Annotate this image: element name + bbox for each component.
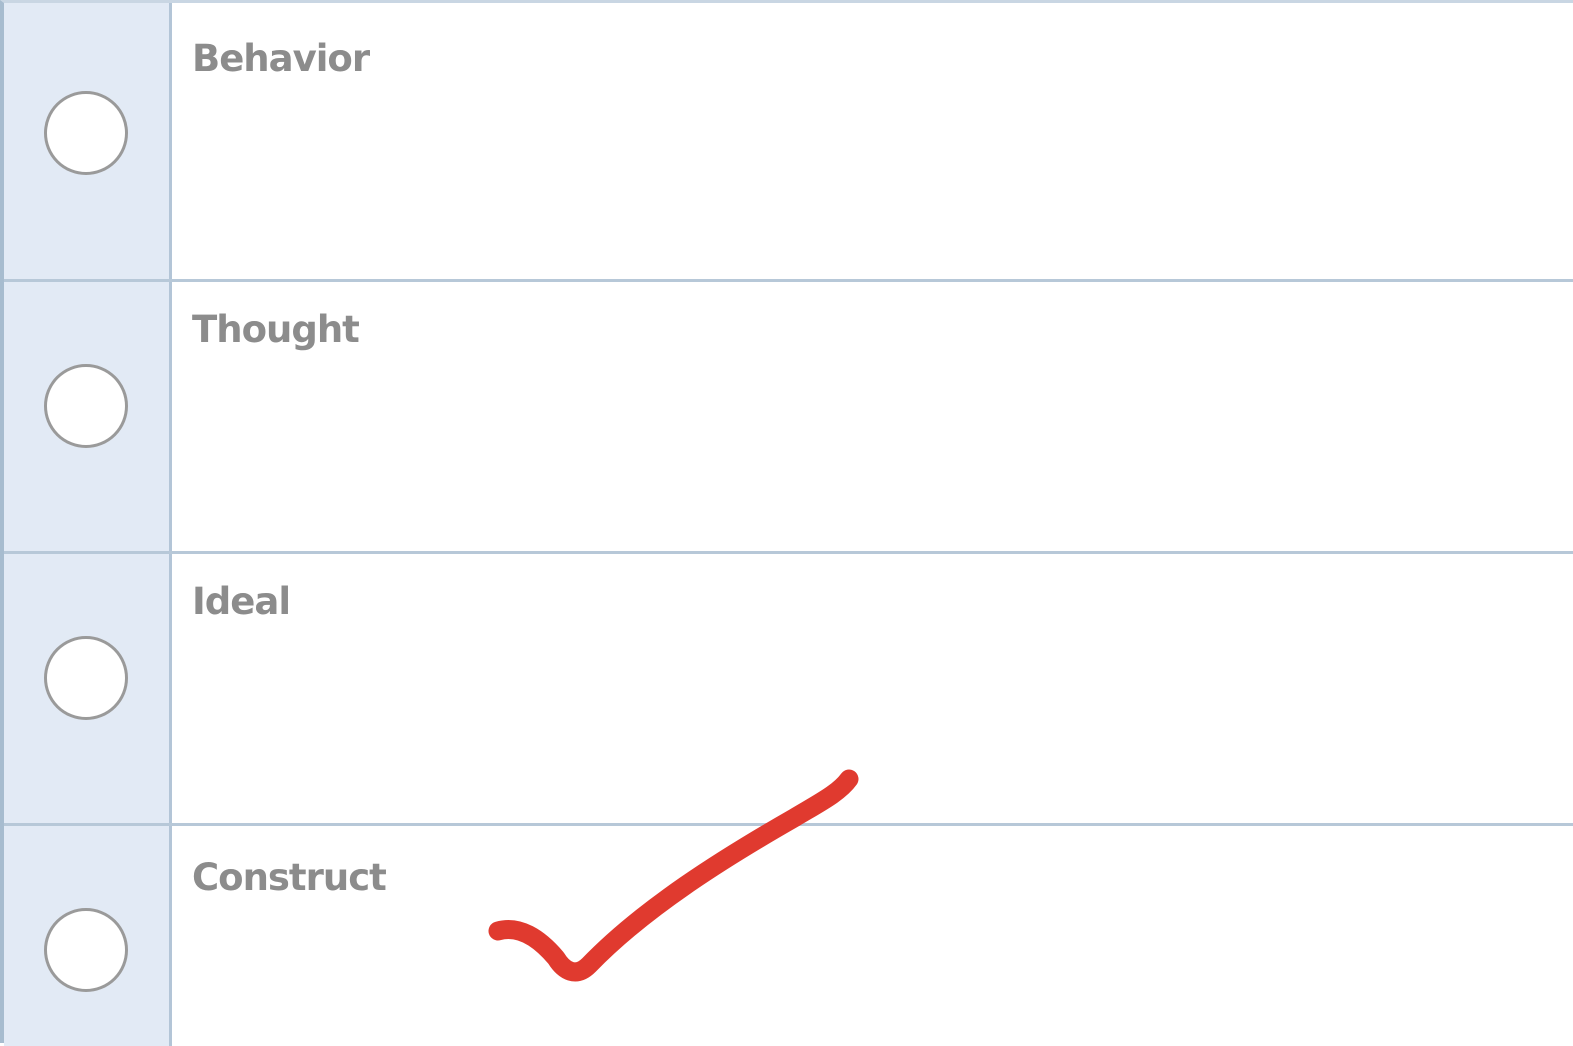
radio-gutter — [4, 282, 172, 551]
answer-options-list: Behavior Thought Ideal Construct — [0, 0, 1573, 1046]
option-label-construct: Construct — [192, 856, 387, 899]
answer-option-ideal[interactable]: Ideal — [4, 554, 1573, 826]
answer-option-behavior[interactable]: Behavior — [4, 3, 1573, 282]
radio-button-ideal[interactable] — [44, 636, 128, 720]
radio-gutter — [4, 3, 172, 279]
answer-option-construct[interactable]: Construct — [4, 826, 1573, 1046]
radio-button-behavior[interactable] — [44, 91, 128, 175]
answer-option-thought[interactable]: Thought — [4, 282, 1573, 554]
radio-gutter — [4, 826, 172, 1046]
radio-gutter — [4, 554, 172, 823]
radio-button-construct[interactable] — [44, 908, 128, 992]
option-label-ideal: Ideal — [192, 580, 291, 623]
option-label-behavior: Behavior — [192, 37, 370, 80]
radio-button-thought[interactable] — [44, 364, 128, 448]
option-label-thought: Thought — [192, 308, 360, 351]
